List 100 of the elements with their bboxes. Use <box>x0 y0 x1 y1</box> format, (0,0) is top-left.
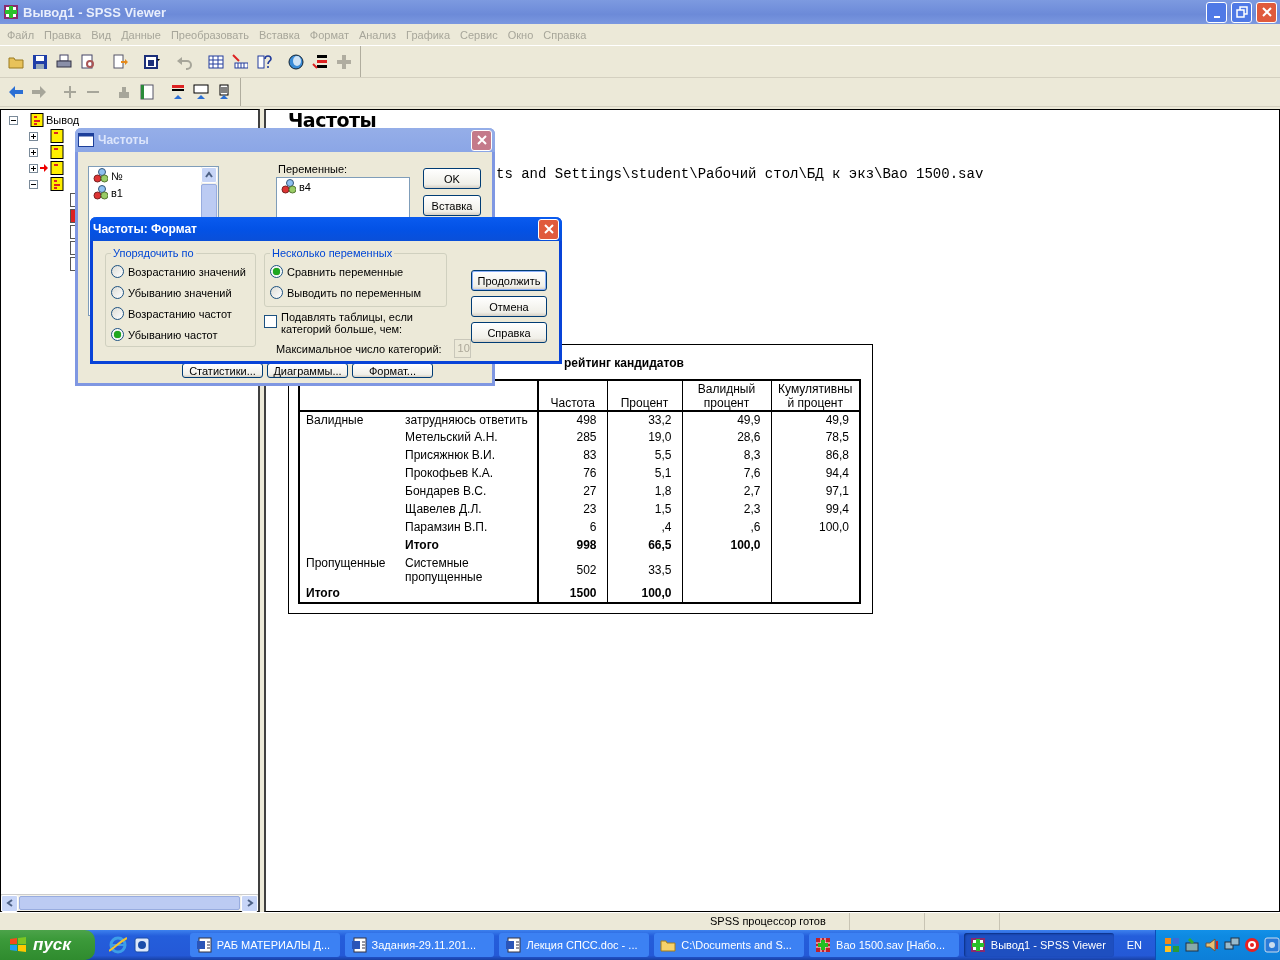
dialog-button[interactable]: Отмена <box>471 296 547 317</box>
maximize-icon <box>1235 6 1248 18</box>
row-label: Щавелев Д.Л. <box>405 502 482 516</box>
browser-icon[interactable] <box>108 936 127 954</box>
radio-button[interactable]: Возрастанию частот <box>111 303 250 324</box>
network-icon[interactable] <box>1163 937 1180 953</box>
device-icon[interactable] <box>1183 937 1200 953</box>
maximize-button[interactable] <box>1231 1 1252 23</box>
table-cell: 97,1 <box>825 484 849 498</box>
row-label: Метельский А.Н. <box>405 430 498 444</box>
row-label: Системные пропущенные <box>405 556 483 584</box>
document-icon <box>350 937 367 953</box>
title-icon[interactable] <box>191 82 211 102</box>
taskbar-button[interactable]: C:\Documents and S... <box>654 933 805 957</box>
scroll-left-button[interactable] <box>1 894 18 912</box>
table-cell: 78,5 <box>825 430 849 444</box>
document-icon <box>505 937 522 953</box>
checkbox[interactable]: Подавлять таблицы, если категорий больше, чем: <box>264 311 464 335</box>
target-icon[interactable] <box>1243 937 1260 953</box>
scroll-thumb[interactable] <box>19 896 240 910</box>
column-header: Кумулятивный процент <box>777 382 853 410</box>
checkbox-indicator[interactable] <box>264 315 277 328</box>
taskbar-button[interactable]: РАБ МАТЕРИАЛЫ Д... <box>189 933 340 957</box>
dialog-button[interactable]: Вставка <box>423 195 481 216</box>
speaker-icon[interactable] <box>1203 937 1220 953</box>
table-cell: 99,4 <box>825 502 849 516</box>
close-icon <box>475 134 488 146</box>
table-title: рейтинг кандидатов <box>564 356 684 370</box>
field-label: Переменные: <box>278 163 348 175</box>
expand-icon[interactable] <box>29 147 38 157</box>
window-icon <box>78 133 94 147</box>
radio-button[interactable]: Выводить по переменным <box>270 282 441 303</box>
table-cell: 1,8 <box>654 484 672 498</box>
export-icon[interactable] <box>110 51 130 72</box>
row-label: Итого <box>405 538 439 552</box>
list-item[interactable]: № <box>111 169 123 182</box>
row-label: Парамзин В.П. <box>405 520 488 534</box>
dialog-button[interactable]: OK <box>423 168 481 189</box>
table-cell: 1,5 <box>654 502 672 516</box>
list-item[interactable]: в4 <box>299 180 311 193</box>
close-button[interactable] <box>538 218 559 240</box>
expand-icon[interactable] <box>29 163 38 173</box>
monitor-icon[interactable] <box>1263 937 1280 953</box>
radio-indicator[interactable] <box>111 328 124 341</box>
radio-indicator[interactable] <box>270 265 283 278</box>
close-button[interactable] <box>1256 1 1277 23</box>
book-icon[interactable] <box>50 177 64 191</box>
computers-icon[interactable] <box>1223 937 1240 953</box>
window-title: Вывод1 - SPSS Viewer <box>23 4 168 20</box>
scroll-right-button[interactable] <box>241 894 258 912</box>
radio-indicator[interactable] <box>111 286 124 299</box>
column-header: Процент <box>619 396 670 410</box>
dialog-button[interactable]: Справка <box>471 322 547 343</box>
start-button[interactable]: пуск <box>0 930 95 960</box>
table-cell: 23 <box>583 502 597 516</box>
globe-icon[interactable] <box>286 51 306 72</box>
app-icon <box>969 937 986 953</box>
table-cell: 285 <box>576 430 597 444</box>
radio-indicator[interactable] <box>111 265 124 278</box>
scroll-up-button[interactable] <box>201 167 217 183</box>
book-icon[interactable] <box>50 129 64 143</box>
radio-button[interactable]: Возрастанию значений <box>111 261 250 282</box>
row-group-label: Валидные <box>306 413 364 427</box>
radio-button[interactable]: Убыванию частот <box>111 324 250 345</box>
expand-icon[interactable] <box>29 131 38 141</box>
desktop-icon[interactable] <box>132 936 151 954</box>
book-icon[interactable] <box>50 161 64 175</box>
table-cell: 5,1 <box>654 466 672 480</box>
table-cell: 27 <box>583 484 597 498</box>
table-cell: 19,0 <box>648 430 672 444</box>
dialog-button[interactable]: Продолжить <box>471 270 547 291</box>
table-cell: 86,8 <box>825 448 849 462</box>
radio-indicator[interactable] <box>111 307 124 320</box>
minimize-button[interactable] <box>1206 1 1227 23</box>
taskbar-button[interactable]: Вывод1 - SPSS Viewer <box>963 933 1114 957</box>
table-cell: 7,6 <box>743 466 761 480</box>
close-button[interactable] <box>471 129 492 151</box>
field-label: Максимальное число категорий: <box>276 342 442 355</box>
minimize-icon <box>1213 15 1220 18</box>
horizontal-scrollbar[interactable] <box>1 894 258 911</box>
book-icon[interactable] <box>50 145 64 159</box>
book-icon[interactable] <box>30 113 44 127</box>
language-indicator[interactable]: EN <box>1118 939 1155 951</box>
list-item[interactable]: в1 <box>111 186 123 199</box>
table-cell: 28,6 <box>737 430 761 444</box>
taskbar-button[interactable]: Задания-29.11.201... <box>344 933 495 957</box>
grid-arrow-icon[interactable] <box>230 51 250 72</box>
taskbar-button[interactable]: Лекция СПСС.doc - ... <box>499 933 650 957</box>
radio-indicator[interactable] <box>270 286 283 299</box>
tree-label[interactable]: Вывод <box>46 114 80 126</box>
table-cell: 502 <box>576 563 597 577</box>
variable-icon <box>93 168 108 183</box>
collapse-icon[interactable] <box>29 179 38 189</box>
table-cell: 83 <box>583 448 597 462</box>
collapse-icon[interactable] <box>9 115 18 125</box>
radio-button[interactable]: Убыванию значений <box>111 282 250 303</box>
dialog-title: Частоты <box>98 133 150 147</box>
taskbar-button[interactable]: Вао 1500.sav [Набо... <box>809 933 959 957</box>
table-cell: 76 <box>583 466 597 480</box>
radio-button[interactable]: Сравнить переменные <box>270 261 441 282</box>
